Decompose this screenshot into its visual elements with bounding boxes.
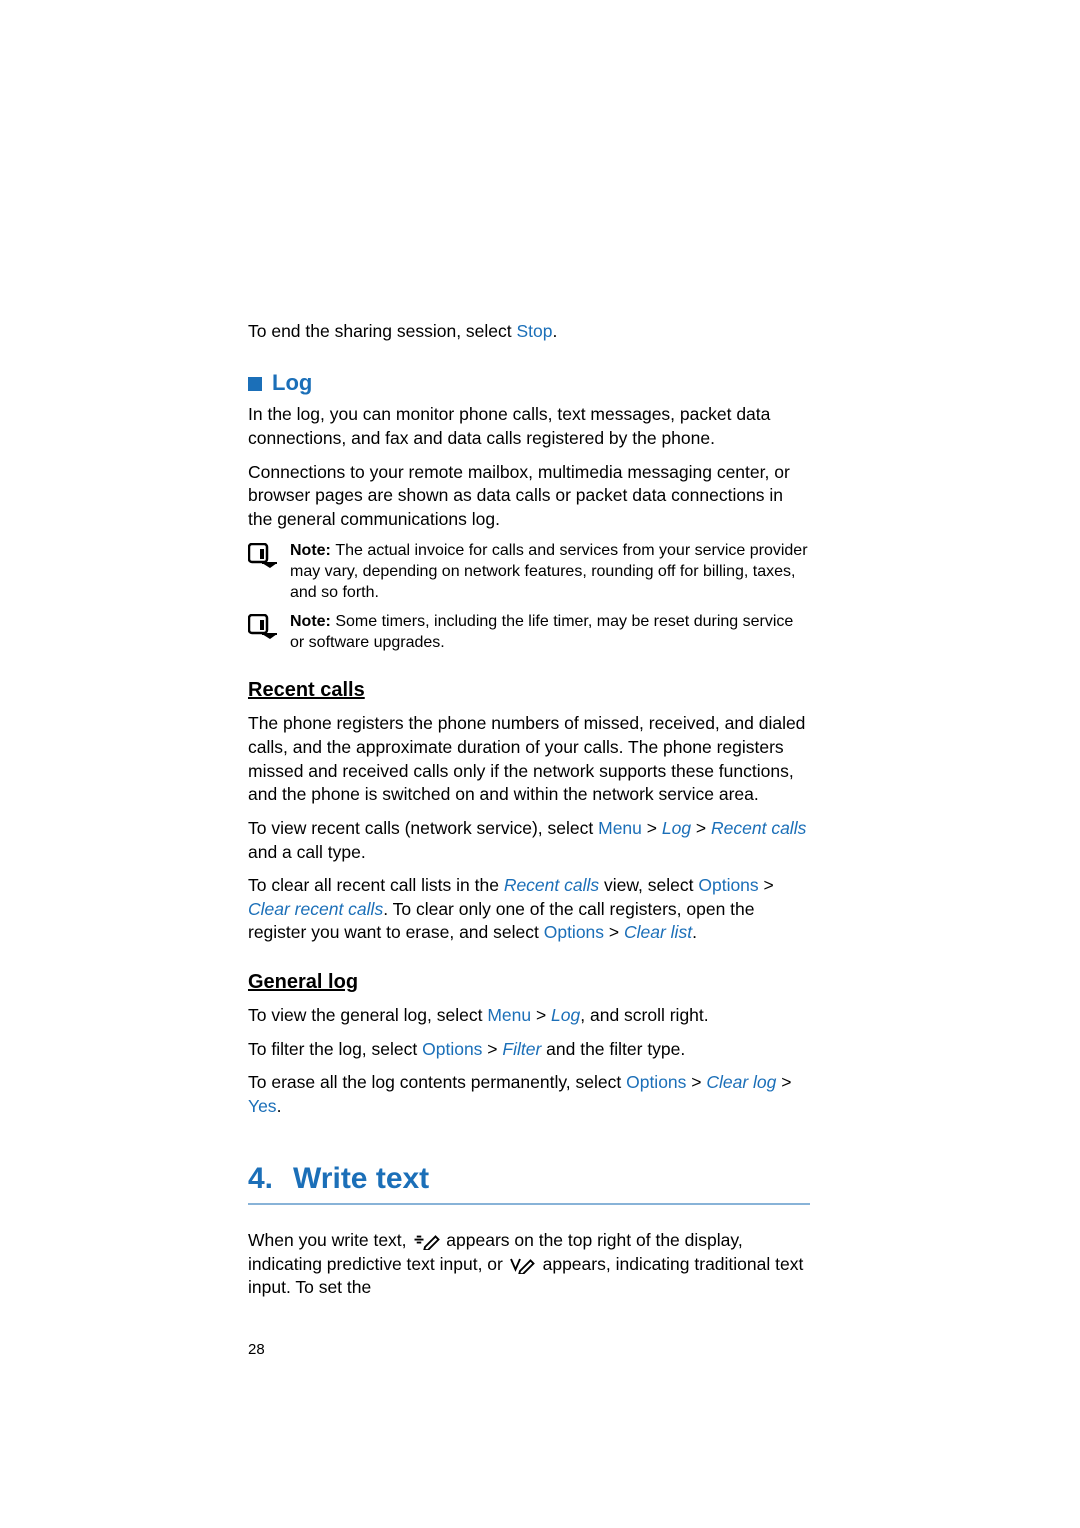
text: To end the sharing session, select <box>248 321 517 341</box>
log-p1: In the log, you can monitor phone calls,… <box>248 403 810 450</box>
stop-link: Stop <box>517 321 553 341</box>
options-link: Options <box>544 922 604 942</box>
recent-calls-link: Recent calls <box>711 818 806 838</box>
sep: > <box>691 818 711 838</box>
text: . <box>277 1096 282 1116</box>
text: To view recent calls (network service), … <box>248 818 598 838</box>
text: To erase all the log contents permanentl… <box>248 1072 626 1092</box>
sep: > <box>531 1005 551 1025</box>
chapter-heading: 4. Write text <box>248 1159 810 1206</box>
sep: > <box>776 1072 791 1092</box>
log-link: Log <box>662 818 691 838</box>
end-sharing-line: To end the sharing session, select Stop. <box>248 320 810 344</box>
note-text: Note: The actual invoice for calls and s… <box>290 541 810 603</box>
square-bullet-icon <box>248 377 262 391</box>
recent-p1: The phone registers the phone numbers of… <box>248 712 810 807</box>
sep: > <box>686 1072 706 1092</box>
note-row-2: Note: Some timers, including the life ti… <box>248 612 810 654</box>
predictive-input-icon <box>411 1232 441 1250</box>
note-row-1: Note: The actual invoice for calls and s… <box>248 541 810 603</box>
chapter-title: Write text <box>293 1162 429 1195</box>
menu-link: Menu <box>598 818 642 838</box>
text: , and scroll right. <box>580 1005 708 1025</box>
text: To clear all recent call lists in the <box>248 875 504 895</box>
note-label: Note: <box>290 542 335 559</box>
note-icon <box>248 614 278 647</box>
sep: > <box>759 875 774 895</box>
heading-text: Log <box>272 370 312 395</box>
recent-p2: To view recent calls (network service), … <box>248 817 810 864</box>
text: To filter the log, select <box>248 1039 422 1059</box>
sep: > <box>642 818 662 838</box>
clear-list-link: Clear list <box>624 922 692 942</box>
log-link: Log <box>551 1005 580 1025</box>
general-p2: To filter the log, select Options > Filt… <box>248 1038 810 1062</box>
note-icon <box>248 543 278 576</box>
note-body: The actual invoice for calls and service… <box>290 542 808 601</box>
note-text: Note: Some timers, including the life ti… <box>290 612 810 654</box>
text: and a call type. <box>248 842 366 862</box>
options-link: Options <box>698 875 758 895</box>
text: and the filter type. <box>541 1039 685 1059</box>
log-p2: Connections to your remote mailbox, mult… <box>248 461 810 532</box>
log-heading: Log <box>248 368 810 398</box>
sep: > <box>604 922 624 942</box>
recent-p3: To clear all recent call lists in the Re… <box>248 874 810 945</box>
general-p3: To erase all the log contents permanentl… <box>248 1071 810 1118</box>
clear-recent-calls-link: Clear recent calls <box>248 899 383 919</box>
clear-log-link: Clear log <box>706 1072 776 1092</box>
text: . <box>553 321 558 341</box>
note-body: Some timers, including the life timer, m… <box>290 613 793 651</box>
manual-page: To end the sharing session, select Stop.… <box>0 0 1080 1460</box>
chapter-number: 4. <box>248 1162 273 1195</box>
traditional-input-icon <box>508 1256 538 1274</box>
general-p1: To view the general log, select Menu > L… <box>248 1004 810 1028</box>
filter-link: Filter <box>502 1039 541 1059</box>
note-label: Note: <box>290 613 335 630</box>
text: When you write text, <box>248 1230 411 1250</box>
recent-calls-link: Recent calls <box>504 875 599 895</box>
page-number: 28 <box>248 1340 810 1360</box>
text: . <box>692 922 697 942</box>
recent-calls-heading: Recent calls <box>248 677 810 704</box>
text: view, select <box>599 875 698 895</box>
menu-link: Menu <box>487 1005 531 1025</box>
options-link: Options <box>422 1039 482 1059</box>
text: To view the general log, select <box>248 1005 487 1025</box>
general-log-heading: General log <box>248 969 810 996</box>
sep: > <box>482 1039 502 1059</box>
write-text-p1: When you write text, appears on the top … <box>248 1229 810 1300</box>
options-link: Options <box>626 1072 686 1092</box>
yes-link: Yes <box>248 1096 277 1116</box>
